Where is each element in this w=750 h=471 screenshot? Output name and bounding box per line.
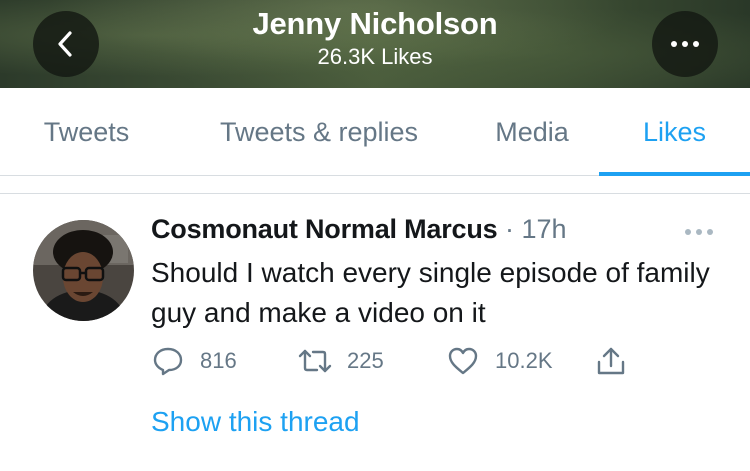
likes-count: 26.3K Likes bbox=[317, 44, 433, 69]
avatar[interactable] bbox=[33, 220, 134, 321]
tweet-time: 17h bbox=[521, 214, 567, 244]
tweet-text: Should I watch every single episode of f… bbox=[151, 257, 710, 328]
divider bbox=[0, 193, 750, 194]
like-button[interactable]: 10.2K bbox=[447, 344, 553, 378]
more-button[interactable] bbox=[652, 11, 718, 77]
tab-tweets[interactable]: Tweets bbox=[0, 88, 173, 176]
tab-likes[interactable]: Likes bbox=[599, 88, 750, 176]
active-tab-indicator bbox=[599, 172, 750, 176]
tweet-author[interactable]: Cosmonaut Normal Marcus bbox=[151, 214, 498, 244]
separator-dot: · bbox=[504, 214, 514, 244]
retweet-button[interactable]: 225 bbox=[297, 344, 384, 378]
profile-header: Jenny Nicholson 26.3K Likes bbox=[0, 0, 750, 88]
tweet-header: Cosmonaut Normal Marcus · 17h bbox=[151, 214, 567, 245]
tab-media[interactable]: Media bbox=[465, 88, 599, 176]
more-horizontal-icon bbox=[671, 41, 699, 47]
reply-count: 816 bbox=[200, 348, 237, 373]
more-horizontal-icon bbox=[685, 229, 713, 235]
tweet-more-button[interactable] bbox=[684, 224, 714, 242]
reply-icon bbox=[153, 347, 183, 376]
profile-tabs: Tweets Tweets & replies Media Likes bbox=[0, 88, 750, 176]
show-thread-link[interactable]: Show this thread bbox=[151, 406, 360, 438]
share-icon bbox=[597, 347, 625, 375]
retweet-icon bbox=[298, 349, 332, 373]
retweet-count: 225 bbox=[347, 348, 384, 373]
like-count: 10.2K bbox=[495, 348, 553, 373]
reply-button[interactable]: 816 bbox=[152, 344, 237, 378]
tab-tweets-replies[interactable]: Tweets & replies bbox=[173, 88, 465, 176]
heart-icon bbox=[448, 347, 478, 375]
share-button[interactable] bbox=[596, 344, 626, 378]
profile-name: Jenny Nicholson bbox=[252, 6, 498, 41]
